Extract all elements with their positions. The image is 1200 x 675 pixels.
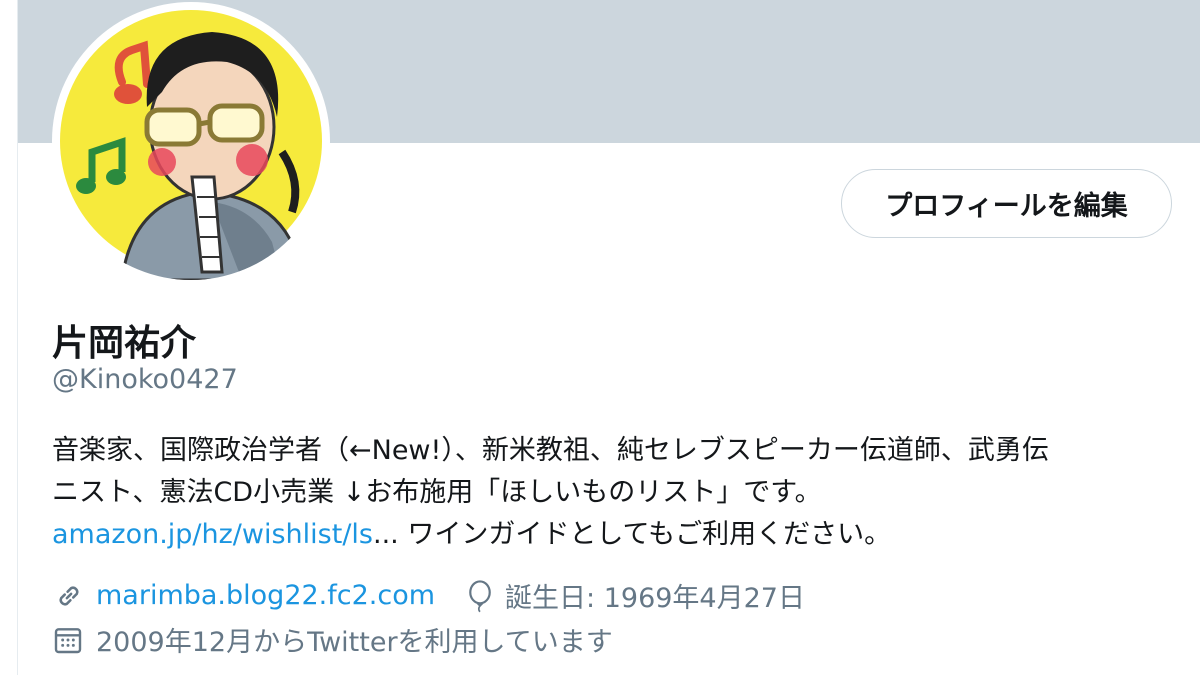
bio-line-3: amazon.jp/hz/wishlist/ls... ワインガイドとしてもご利…: [52, 514, 1172, 556]
username-handle: @Kinoko0427: [52, 364, 238, 395]
website-link[interactable]: marimba.blog22.fc2.com: [96, 580, 435, 611]
display-name: 片岡祐介: [52, 323, 197, 364]
bio-line-1: 音楽家、国際政治学者（←New!）、新米教祖、純セレブスピーカー伝道師、武勇伝: [52, 435, 1049, 466]
profile-bio: 音楽家、国際政治学者（←New!）、新米教祖、純セレブスピーカー伝道師、武勇伝 …: [52, 430, 1172, 556]
bio-link-ellipsis: ...: [372, 519, 399, 550]
link-icon: [59, 586, 79, 605]
avatar-illustration: [60, 10, 322, 280]
bio-line-2: ニスト、憲法CD小売業 ↓お布施用「ほしいものリスト」です。: [52, 477, 822, 508]
bio-link-text[interactable]: amazon.jp/hz/wishlist/ls: [52, 519, 373, 550]
profile-meta-row: marimba.blog22.fc2.com 誕生日: 1969年4月27日: [52, 576, 805, 615]
bio-wishlist-link[interactable]: amazon.jp/hz/wishlist/ls: [52, 519, 373, 550]
birthday-text: 誕生日: 1969年4月27日: [505, 583, 805, 614]
joined-date-text: 2009年12月からTwitterを利用しています: [96, 627, 613, 658]
avatar[interactable]: [52, 2, 330, 280]
bio-line-3-text: ワインガイドとしてもご利用ください。: [398, 519, 892, 550]
calendar-icon: [54, 627, 82, 653]
edit-profile-button[interactable]: プロフィールを編集: [841, 169, 1172, 238]
profile-joined-row: 2009年12月からTwitterを利用しています: [52, 620, 613, 659]
balloon-icon: [469, 579, 491, 612]
